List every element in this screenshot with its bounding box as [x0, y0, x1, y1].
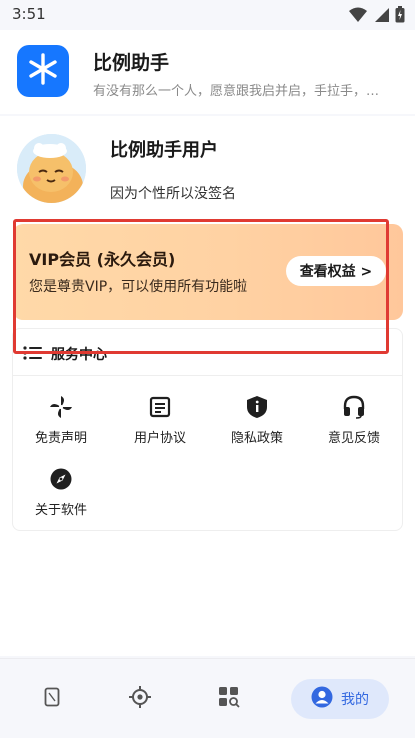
disclaimer-label: 免责声明 — [34, 431, 87, 446]
user-icon — [311, 686, 333, 712]
nav-tab-mine-label: 我的 — [341, 692, 369, 708]
shield-info-icon — [246, 393, 268, 421]
status-time: 3:51 — [12, 5, 46, 23]
wifi-icon — [349, 7, 367, 23]
user-agreement-label: 用户协议 — [133, 431, 186, 446]
avatar[interactable] — [17, 134, 86, 203]
pinwheel-icon — [49, 393, 73, 421]
nav-tab-apps[interactable] — [209, 679, 249, 719]
bottom-nav: 我的 — [0, 658, 415, 738]
user-agreement-item[interactable]: 用户协议 — [115, 393, 205, 453]
nav-tab-phone[interactable] — [32, 679, 72, 719]
target-icon — [129, 686, 151, 712]
phone-icon — [44, 687, 60, 711]
profile-signature: 因为个性所以没签名 — [110, 186, 236, 202]
service-center-title: 服务中心 — [51, 347, 107, 363]
vip-description: 您是尊贵VIP，可以使用所有功能啦 — [29, 279, 248, 295]
about-label: 关于软件 — [34, 503, 87, 518]
service-center-panel: 服务中心 免责声明 用户协议 隐私政策 意见反馈 关于软件 — [12, 328, 403, 531]
status-bar: 3:51 — [0, 0, 415, 30]
signal-icon — [373, 7, 389, 23]
service-center-header: 服务中心 — [23, 344, 107, 364]
about-item[interactable]: 关于软件 — [16, 465, 106, 525]
apps-search-icon — [218, 686, 240, 712]
headset-icon — [342, 393, 366, 421]
compass-icon — [49, 465, 73, 493]
profile-name: 比例助手用户 — [110, 140, 218, 161]
asterisk-logo-icon — [26, 52, 60, 90]
feedback-label: 意见反馈 — [327, 431, 380, 446]
vip-banner[interactable]: VIP会员 (永久会员) 您是尊贵VIP，可以使用所有功能啦 查看权益 > — [13, 224, 403, 320]
privacy-policy-item[interactable]: 隐私政策 — [212, 393, 302, 453]
privacy-policy-label: 隐私政策 — [230, 431, 283, 446]
app-logo — [17, 45, 69, 97]
battery-icon — [395, 6, 405, 23]
cartoon-cat-avatar — [17, 134, 86, 203]
view-benefits-button[interactable]: 查看权益 > — [286, 256, 386, 286]
app-subtitle: 有没有那么一个人，愿意跟我启并启，手拉手，… — [93, 84, 380, 99]
profile-card: 比例助手用户 因为个性所以没签名 VIP会员 (永久会员) 您是尊贵VIP，可以… — [0, 116, 415, 656]
app-title: 比例助手 — [93, 52, 170, 74]
nav-tab-target[interactable] — [120, 679, 160, 719]
app-header: 比例助手 有没有那么一个人，愿意跟我启并启，手拉手，… — [0, 30, 415, 114]
disclaimer-item[interactable]: 免责声明 — [16, 393, 106, 453]
vip-title: VIP会员 (永久会员) — [29, 250, 176, 269]
status-icons — [349, 6, 405, 23]
divider — [13, 375, 402, 376]
list-icon — [23, 345, 43, 364]
feedback-item[interactable]: 意见反馈 — [309, 393, 399, 453]
nav-tab-mine[interactable]: 我的 — [291, 679, 389, 719]
document-icon — [149, 393, 171, 421]
